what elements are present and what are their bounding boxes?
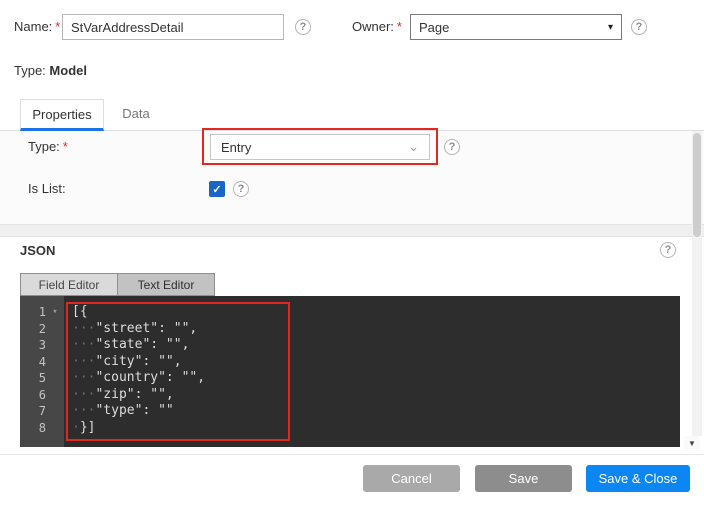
field-editor-button[interactable]: Field Editor bbox=[20, 273, 118, 296]
chevron-down-icon: ▾ bbox=[608, 22, 613, 33]
code-text: ···"type": "" bbox=[64, 403, 174, 420]
field-editor-label: Field Editor bbox=[39, 278, 100, 292]
entry-selected-value: Entry bbox=[221, 140, 251, 155]
fold-marker-icon bbox=[46, 420, 64, 437]
line-number: 2 bbox=[20, 321, 46, 338]
type-value-text: Model bbox=[49, 63, 87, 78]
is-list-label-text: Is List: bbox=[28, 181, 66, 196]
text-editor-button[interactable]: Text Editor bbox=[118, 273, 215, 296]
json-code-editor[interactable]: 1▾[{2···"street": "",3···"state": "",4··… bbox=[20, 296, 680, 447]
code-text: ···"street": "", bbox=[64, 321, 197, 338]
code-line: 3 ···"state": "", bbox=[20, 337, 680, 354]
chevron-down-icon: ⌄ bbox=[408, 142, 419, 152]
fold-marker-icon bbox=[46, 321, 64, 338]
fold-marker-icon[interactable]: ▾ bbox=[46, 304, 64, 321]
is-list-help-icon[interactable]: ? bbox=[233, 181, 249, 197]
down-arrow-glyph: ▼ bbox=[688, 439, 696, 448]
line-number: 3 bbox=[20, 337, 46, 354]
code-text: ···"zip": "", bbox=[64, 387, 174, 404]
required-asterisk: * bbox=[55, 19, 60, 34]
cancel-button[interactable]: Cancel bbox=[363, 465, 460, 492]
question-mark-icon: ? bbox=[665, 244, 672, 256]
tab-properties[interactable]: Properties bbox=[20, 99, 104, 131]
name-label: Name:* bbox=[14, 14, 60, 40]
save-and-close-button[interactable]: Save & Close bbox=[586, 465, 690, 492]
line-number: 1 bbox=[20, 304, 46, 321]
name-input[interactable] bbox=[62, 14, 284, 40]
question-mark-icon: ? bbox=[300, 21, 307, 33]
code-text: [{ bbox=[64, 304, 88, 321]
code-text: ···"city": "", bbox=[64, 354, 182, 371]
fold-marker-icon bbox=[46, 337, 64, 354]
code-line: 4 ···"city": "", bbox=[20, 354, 680, 371]
json-section-title: JSON bbox=[20, 243, 55, 258]
owner-label-text: Owner: bbox=[352, 19, 394, 34]
name-help-icon[interactable]: ? bbox=[295, 19, 311, 35]
tab-data-label: Data bbox=[122, 106, 149, 121]
type-model-line: Type: Model bbox=[14, 58, 87, 84]
type-label-text: Type: bbox=[14, 63, 46, 78]
code-line: 6 ···"zip": "", bbox=[20, 387, 680, 404]
code-line: 8 ·}] bbox=[20, 420, 680, 437]
line-number: 8 bbox=[20, 420, 46, 437]
owner-help-icon[interactable]: ? bbox=[631, 19, 647, 35]
fold-marker-icon bbox=[46, 370, 64, 387]
vertical-scrollbar-thumb[interactable] bbox=[693, 133, 701, 237]
code-line: 1▾[{ bbox=[20, 304, 680, 321]
question-mark-icon: ? bbox=[636, 21, 643, 33]
section-separator bbox=[0, 224, 704, 237]
line-number: 6 bbox=[20, 387, 46, 404]
line-number: 5 bbox=[20, 370, 46, 387]
tab-bar: Properties Data bbox=[0, 99, 704, 131]
name-label-text: Name: bbox=[14, 19, 52, 34]
owner-selected-value: Page bbox=[419, 20, 449, 35]
required-asterisk: * bbox=[63, 139, 68, 154]
code-lines: 1▾[{2···"street": "",3···"state": "",4··… bbox=[20, 304, 680, 436]
entry-type-help-icon[interactable]: ? bbox=[444, 139, 460, 155]
tab-data[interactable]: Data bbox=[112, 99, 160, 131]
owner-label: Owner:* bbox=[352, 14, 402, 40]
line-number: 7 bbox=[20, 403, 46, 420]
footer-bar: Cancel Save Save & Close bbox=[0, 454, 704, 511]
json-help-icon[interactable]: ? bbox=[660, 242, 676, 258]
prop-type-label: Type:* bbox=[28, 134, 68, 160]
question-mark-icon: ? bbox=[238, 183, 245, 195]
is-list-checkbox[interactable] bbox=[209, 181, 225, 197]
save-button[interactable]: Save bbox=[475, 465, 572, 492]
question-mark-icon: ? bbox=[449, 141, 456, 153]
tab-properties-label: Properties bbox=[32, 107, 91, 122]
fold-marker-icon bbox=[46, 387, 64, 404]
entry-type-dropdown[interactable]: Entry ⌄ bbox=[210, 134, 430, 160]
code-text: ···"country": "", bbox=[64, 370, 205, 387]
required-asterisk: * bbox=[397, 19, 402, 34]
is-list-label: Is List: bbox=[28, 176, 66, 202]
code-line: 2 ···"street": "", bbox=[20, 321, 680, 338]
model-variable-dialog: Name:* ? Owner:* Page ▾ ? Type: Model Pr… bbox=[0, 0, 704, 511]
owner-select[interactable]: Page ▾ bbox=[410, 14, 622, 40]
prop-type-label-text: Type: bbox=[28, 139, 60, 154]
code-text: ···"state": "", bbox=[64, 337, 189, 354]
code-line: 5 ···"country": "", bbox=[20, 370, 680, 387]
fold-marker-icon bbox=[46, 354, 64, 371]
code-line: 7 ···"type": "" bbox=[20, 403, 680, 420]
line-number: 4 bbox=[20, 354, 46, 371]
fold-marker-icon bbox=[46, 403, 64, 420]
text-editor-label: Text Editor bbox=[138, 278, 195, 292]
scroll-down-arrow-icon[interactable]: ▼ bbox=[684, 436, 700, 450]
code-text: ·}] bbox=[64, 420, 95, 437]
